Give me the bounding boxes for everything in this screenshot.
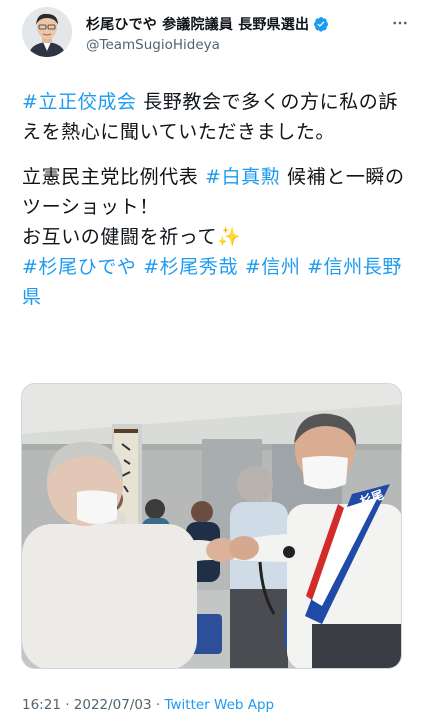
user-handle[interactable]: @TeamSugioHideya (86, 37, 220, 53)
meta-separator: · (60, 697, 74, 713)
tweet-photo[interactable]: 杉尾 (21, 383, 402, 669)
avatar-image (22, 7, 72, 57)
tweet-date[interactable]: 2022/07/03 (74, 697, 152, 713)
tweet-paragraph-2: 立憲民主党比例代表 #白真勲 候補と一瞬のツーショット！ お互いの健闘を祈って✨ #… (22, 162, 410, 312)
hashtag-link[interactable]: #杉尾秀哉 (143, 256, 238, 278)
tweet-text-segment: お互いの健闘を祈って (22, 226, 218, 248)
tweet-text: #立正佼成会 長野教会で多くの方に私の訴えを熱心に聞いていただきました。 立憲民… (22, 87, 410, 312)
display-name[interactable]: 杉尾ひでや 参議院議員 長野県選出 (86, 14, 309, 34)
hashtag-link[interactable]: #立正佼成会 (22, 91, 137, 113)
tweet-time[interactable]: 16:21 (22, 697, 61, 713)
tweet-header: 杉尾ひでや 参議院議員 長野県選出 @TeamSugioHideya (0, 0, 423, 74)
sparkles-emoji: ✨ (217, 226, 242, 248)
tweet-source-link[interactable]: Twitter Web App (164, 697, 274, 713)
avatar[interactable] (22, 7, 72, 57)
tweet-paragraph-1: #立正佼成会 長野教会で多くの方に私の訴えを熱心に聞いていただきました。 (22, 87, 410, 147)
tweet-text-segment: 立憲民主党比例代表 (22, 166, 206, 188)
more-options-icon[interactable] (391, 14, 409, 32)
tweet-meta: 16:21 · 2022/07/03 · Twitter Web App (22, 697, 274, 713)
verified-badge-icon (314, 17, 329, 32)
hashtag-link[interactable]: #白真勲 (205, 166, 280, 188)
meta-separator: · (151, 697, 165, 713)
hashtag-link[interactable]: #信州 (245, 256, 301, 278)
hashtag-link[interactable]: #杉尾ひでや (22, 256, 137, 278)
photo-scene: 杉尾 (22, 384, 401, 668)
